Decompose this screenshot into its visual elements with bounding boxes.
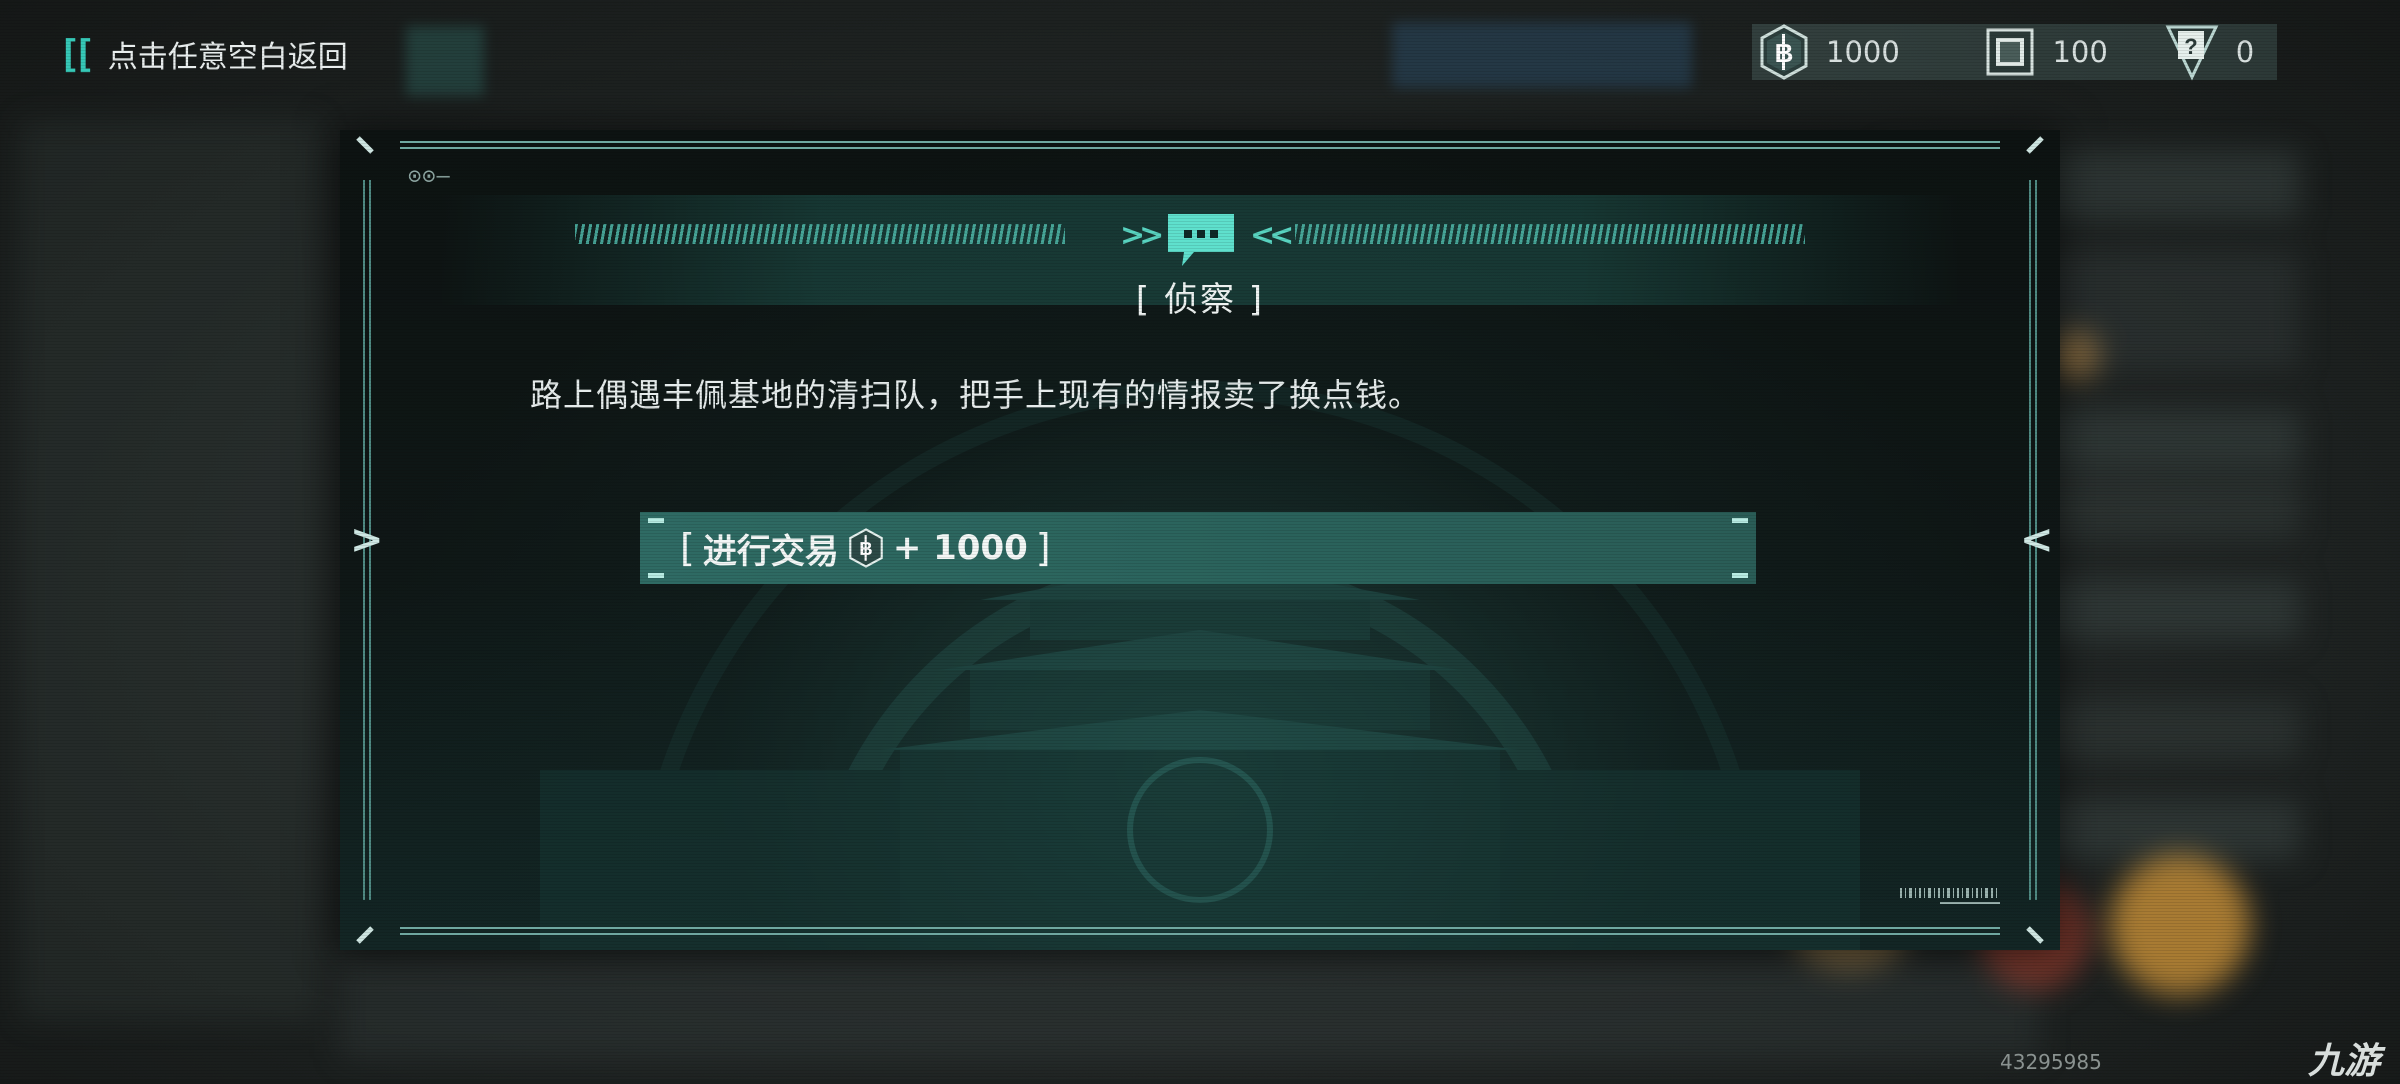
resource-intel[interactable]: ? 0 (2164, 24, 2277, 81)
frame-decoration: ⊙⊙— (408, 164, 451, 189)
background-tile (406, 26, 484, 96)
resource-card[interactable]: 100 (1984, 24, 2163, 80)
site-logo: 九游 (2308, 1032, 2380, 1084)
corner-mark (1732, 573, 1748, 578)
svg-text:?: ? (2184, 34, 2197, 59)
back-hint[interactable]: [[ 点击任意空白返回 (58, 30, 348, 78)
dialog-title: [ 侦察 ] (1135, 280, 1265, 320)
resource-bar: B 1000 100 ? 0 (1752, 24, 2277, 81)
option-close-bracket: ] (1035, 526, 1051, 570)
trade-option-amount: + 1000 (892, 528, 1028, 568)
speech-bubble-icon (1168, 214, 1234, 266)
double-bracket-icon: [[ (58, 32, 96, 76)
corner-mark (648, 573, 664, 578)
image-id-watermark: 43295985 (2000, 1050, 2102, 1074)
chevron-right-icon: > (350, 517, 384, 563)
chevron-left-icon: < (2020, 517, 2054, 563)
corner-mark (1732, 518, 1748, 523)
trade-option-content: [ 进行交易 B + 1000 ] (680, 524, 1051, 573)
intel-icon: ? (2165, 25, 2219, 81)
corner-mark (648, 518, 664, 523)
coin-icon: B (849, 528, 883, 568)
chevron-right-icon: >> (1120, 218, 1164, 253)
card-icon (1986, 28, 2034, 76)
option-open-bracket: [ (680, 526, 695, 570)
intel-value: 0 (2235, 35, 2255, 69)
event-dialog: ⊙⊙— >> << [ 侦察 ] 路上偶遇丰佩基地的清扫队，把手上现有的情报卖了… (340, 130, 2060, 950)
trade-option-label: 进行交易 (702, 531, 839, 572)
coin-value: 1000 (1826, 35, 1900, 69)
chevron-left-icon: << (1250, 218, 1294, 253)
hatch-decoration-right (1295, 224, 1805, 244)
barcode-decoration (1900, 888, 2000, 904)
dialog-text: 路上偶遇丰佩基地的清扫队，把手上现有的情报卖了换点钱。 (530, 376, 1422, 414)
card-value: 100 (2052, 35, 2108, 69)
trade-option-button[interactable]: [ 进行交易 B + 1000 ] (640, 512, 1756, 584)
hatch-decoration-left (575, 224, 1065, 244)
back-hint-label: 点击任意空白返回 (107, 40, 348, 75)
background-button (1392, 22, 1692, 88)
resource-coin[interactable]: B 1000 (1758, 24, 1984, 80)
coin-icon: B (1760, 24, 1808, 80)
site-logo-text: 九游 (2308, 1041, 2381, 1082)
